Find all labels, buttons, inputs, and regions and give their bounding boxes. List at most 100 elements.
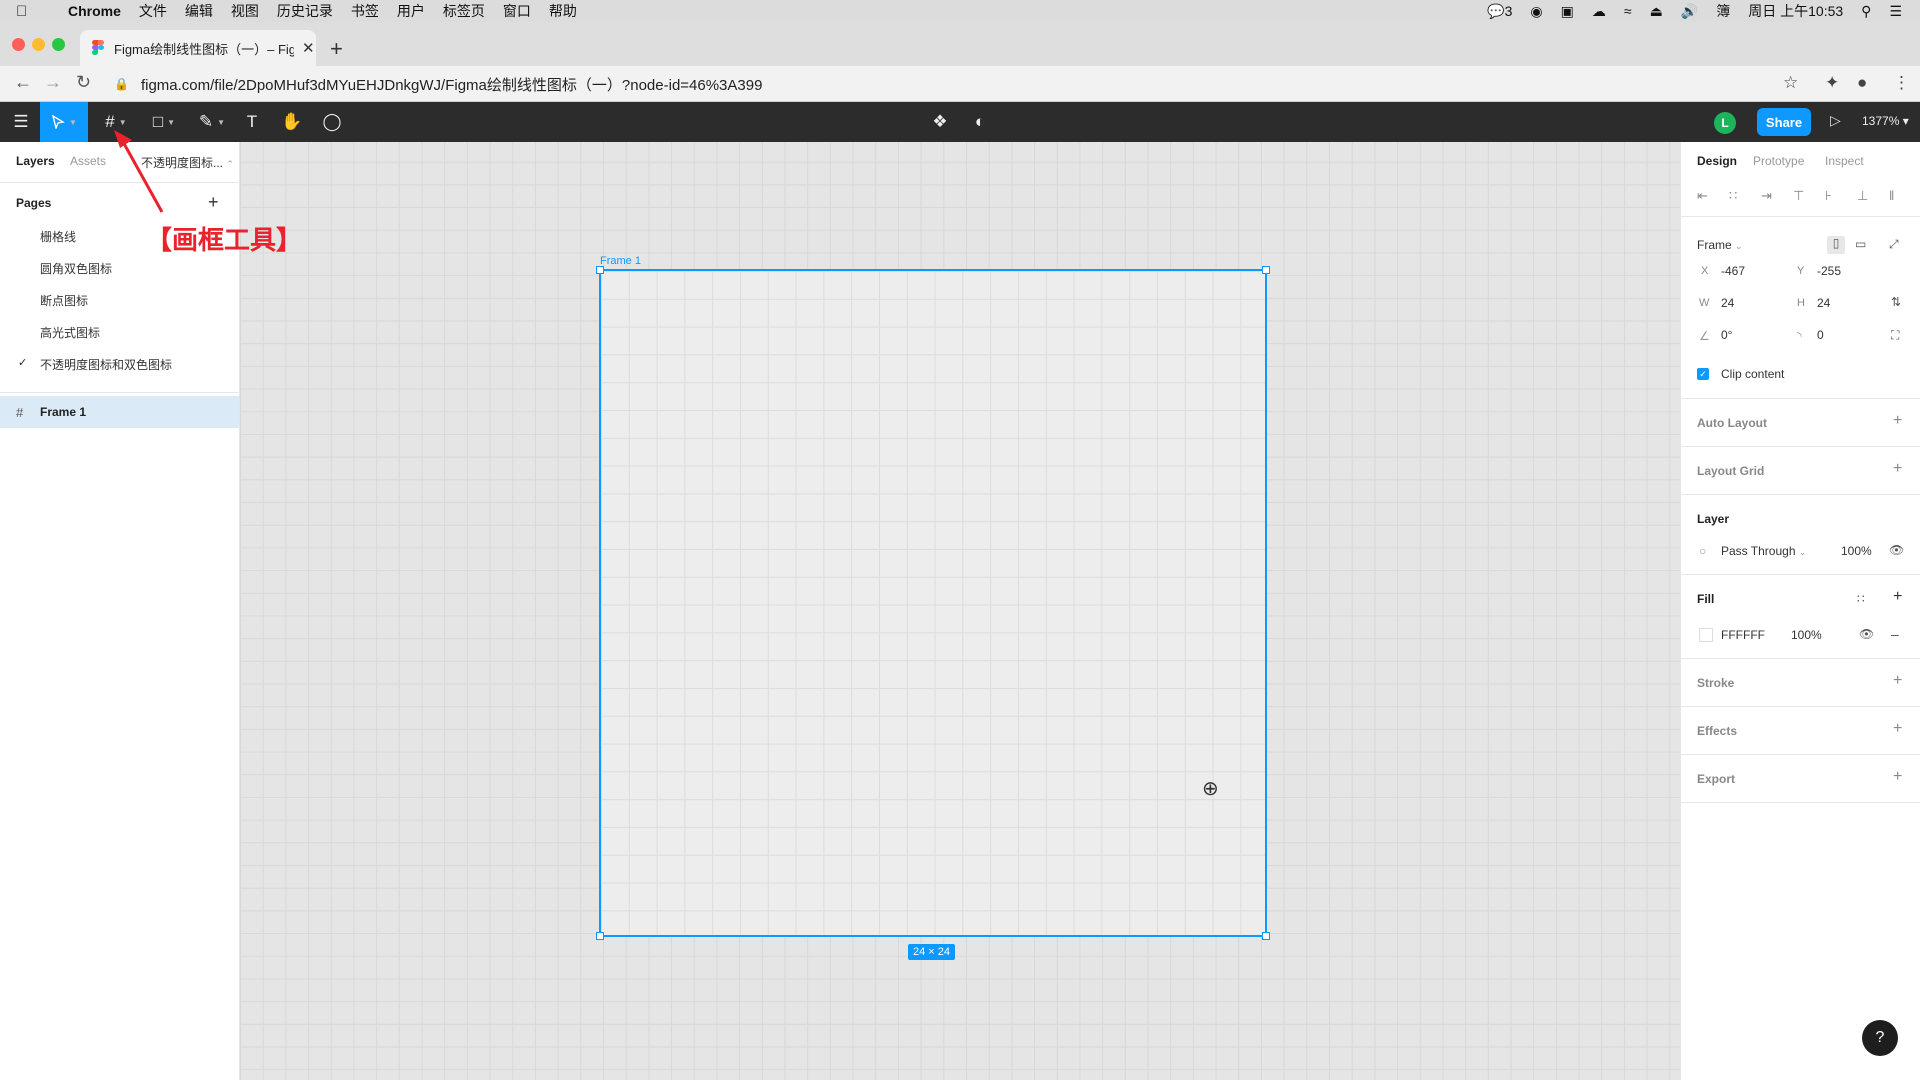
align-top-icon[interactable]: ⊤ xyxy=(1793,188,1804,204)
share-button[interactable]: Share xyxy=(1757,108,1811,136)
page-item-breakpoint[interactable]: 断点图标 xyxy=(40,292,88,309)
control-center-icon[interactable]: ☰ xyxy=(1889,3,1902,20)
status-app-icon[interactable]: ◉ xyxy=(1530,3,1542,20)
help-button[interactable]: ? xyxy=(1862,1020,1898,1056)
eye-icon[interactable]: 👁 xyxy=(1889,543,1904,557)
profile-icon[interactable]: ● xyxy=(1857,73,1867,93)
rotation-input[interactable]: 0° xyxy=(1721,328,1732,342)
eject-icon[interactable]: ⏏ xyxy=(1650,3,1663,20)
forward-icon[interactable]: → xyxy=(44,72,62,93)
blend-mode-dropdown[interactable]: Pass Through ⌄ xyxy=(1721,544,1806,558)
add-layout-grid-icon[interactable]: + xyxy=(1893,460,1902,478)
menu-help[interactable]: 帮助 xyxy=(549,1,577,21)
fill-hex-input[interactable]: FFFFFF xyxy=(1721,628,1765,642)
comment-tool-button[interactable]: ◯ xyxy=(318,102,346,142)
avatar[interactable]: L xyxy=(1714,112,1736,134)
lock-icon[interactable]: 🔒 xyxy=(114,77,129,91)
frame-label[interactable]: Frame 1 xyxy=(600,255,641,267)
portrait-icon[interactable]: ▯ xyxy=(1827,236,1845,254)
extensions-icon[interactable]: ✦ xyxy=(1825,73,1839,93)
landscape-icon[interactable]: ▭ xyxy=(1855,237,1866,251)
resize-handle-top-right[interactable] xyxy=(1262,266,1270,274)
menu-view[interactable]: 视图 xyxy=(231,1,259,21)
style-grid-icon[interactable]: ∷ xyxy=(1857,592,1865,606)
resize-handle-bottom-left[interactable] xyxy=(596,932,604,940)
independent-corners-icon[interactable]: ⛶ xyxy=(1891,328,1899,343)
spotlight-search-icon[interactable]: ⚲ xyxy=(1861,3,1871,20)
remove-fill-icon[interactable]: – xyxy=(1891,626,1899,642)
layer-item-frame[interactable]: # Frame 1 xyxy=(0,396,239,428)
components-icon[interactable]: ❖ xyxy=(926,102,954,142)
text-tool-button[interactable]: T xyxy=(238,102,266,142)
add-fill-icon[interactable]: + xyxy=(1893,588,1902,606)
frame-1[interactable] xyxy=(596,266,1270,940)
fill-color-swatch[interactable] xyxy=(1699,628,1713,642)
add-page-icon[interactable]: + xyxy=(208,192,219,213)
menu-window[interactable]: 窗口 xyxy=(503,1,531,21)
width-input[interactable]: 24 xyxy=(1721,296,1734,310)
y-input[interactable]: -255 xyxy=(1817,264,1841,278)
tab-assets[interactable]: Assets xyxy=(70,154,106,168)
layer-opacity-input[interactable]: 100% xyxy=(1841,544,1872,558)
tab-inspect[interactable]: Inspect xyxy=(1825,154,1864,168)
menu-edit[interactable]: 编辑 xyxy=(185,1,213,21)
screen-record-icon[interactable]: ▣ xyxy=(1561,3,1574,20)
height-input[interactable]: 24 xyxy=(1817,296,1830,310)
align-right-icon[interactable]: ⇥ xyxy=(1761,188,1772,204)
volume-icon[interactable]: 🔊 xyxy=(1681,3,1698,20)
menu-file[interactable]: 文件 xyxy=(139,1,167,21)
zoom-level-dropdown[interactable]: 1377% ▾ xyxy=(1862,114,1909,128)
tab-close-icon[interactable]: ✕ xyxy=(302,39,315,57)
menu-users[interactable]: 用户 xyxy=(397,1,425,21)
align-vertical-center-icon[interactable]: ⊦ xyxy=(1825,188,1832,204)
page-item-rounded-duotone[interactable]: 圆角双色图标 xyxy=(40,260,112,277)
reload-icon[interactable]: ↻ xyxy=(76,72,91,93)
corner-radius-input[interactable]: 0 xyxy=(1817,328,1824,342)
page-item-opacity-duotone[interactable]: 不透明度图标和双色图标 xyxy=(40,356,172,373)
tab-prototype[interactable]: Prototype xyxy=(1753,154,1804,168)
contrast-icon[interactable]: ◐ xyxy=(966,102,994,142)
menu-bookmarks[interactable]: 书签 xyxy=(351,1,379,21)
hand-tool-button[interactable]: ✋ xyxy=(278,102,306,142)
wechat-icon[interactable]: 💬3 xyxy=(1487,3,1512,20)
back-icon[interactable]: ← xyxy=(14,72,32,93)
align-left-icon[interactable]: ⇤ xyxy=(1697,188,1708,204)
new-tab-icon[interactable]: + xyxy=(330,36,343,62)
align-horizontal-center-icon[interactable]: ∷ xyxy=(1729,188,1737,204)
eye-icon[interactable]: 👁 xyxy=(1859,627,1874,641)
add-auto-layout-icon[interactable]: + xyxy=(1893,412,1902,430)
frame-preset-dropdown[interactable]: Frame ⌄ xyxy=(1697,238,1743,252)
cloud-icon[interactable]: ☁ xyxy=(1592,3,1606,20)
page-item-highlight[interactable]: 高光式图标 xyxy=(40,324,100,341)
add-export-icon[interactable]: + xyxy=(1893,768,1902,786)
menu-history[interactable]: 历史记录 xyxy=(277,1,333,21)
bookmark-star-icon[interactable]: ☆ xyxy=(1783,73,1798,93)
browser-tab[interactable]: Figma绘制线性图标（一）– Fig ✕ xyxy=(80,30,316,66)
distribute-icon[interactable]: ‖ xyxy=(1889,188,1894,203)
align-bottom-icon[interactable]: ⊥ xyxy=(1857,188,1868,204)
constrain-proportions-icon[interactable]: ⇅ xyxy=(1891,295,1901,309)
move-tool-button[interactable]: ▼ xyxy=(40,102,88,142)
x-input[interactable]: -467 xyxy=(1721,264,1745,278)
tab-design[interactable]: Design xyxy=(1697,154,1737,168)
menu-app-name[interactable]: Chrome xyxy=(68,3,121,19)
add-stroke-icon[interactable]: + xyxy=(1893,672,1902,690)
page-item-grid[interactable]: 栅格线 xyxy=(40,228,76,245)
wifi-icon[interactable]: ≈ xyxy=(1624,3,1632,19)
menu-tabs[interactable]: 标签页 xyxy=(443,1,485,21)
url-field[interactable]: 🔒 figma.com/file/2DpoMHuf3dMYuEHJDnkgWJ/… xyxy=(114,71,1754,97)
browser-menu-icon[interactable]: ⋮ xyxy=(1893,73,1910,93)
fill-opacity-input[interactable]: 100% xyxy=(1791,628,1822,642)
resize-handle-bottom-right[interactable] xyxy=(1262,932,1270,940)
clip-content-checkbox[interactable]: ✓ xyxy=(1697,368,1709,380)
close-window-button[interactable] xyxy=(12,38,25,51)
zoom-window-button[interactable] xyxy=(52,38,65,51)
main-menu-icon[interactable]: ☰ xyxy=(6,102,36,142)
tab-layers[interactable]: Layers xyxy=(16,154,55,168)
resize-to-fit-icon[interactable]: ⤢ xyxy=(1889,237,1899,252)
apple-icon[interactable]:  xyxy=(16,3,42,20)
resize-handle-top-left[interactable] xyxy=(596,266,604,274)
minimize-window-button[interactable] xyxy=(32,38,45,51)
present-icon[interactable]: ▷ xyxy=(1830,112,1841,129)
pen-tool-button[interactable]: ✎ ▼ xyxy=(192,102,232,142)
